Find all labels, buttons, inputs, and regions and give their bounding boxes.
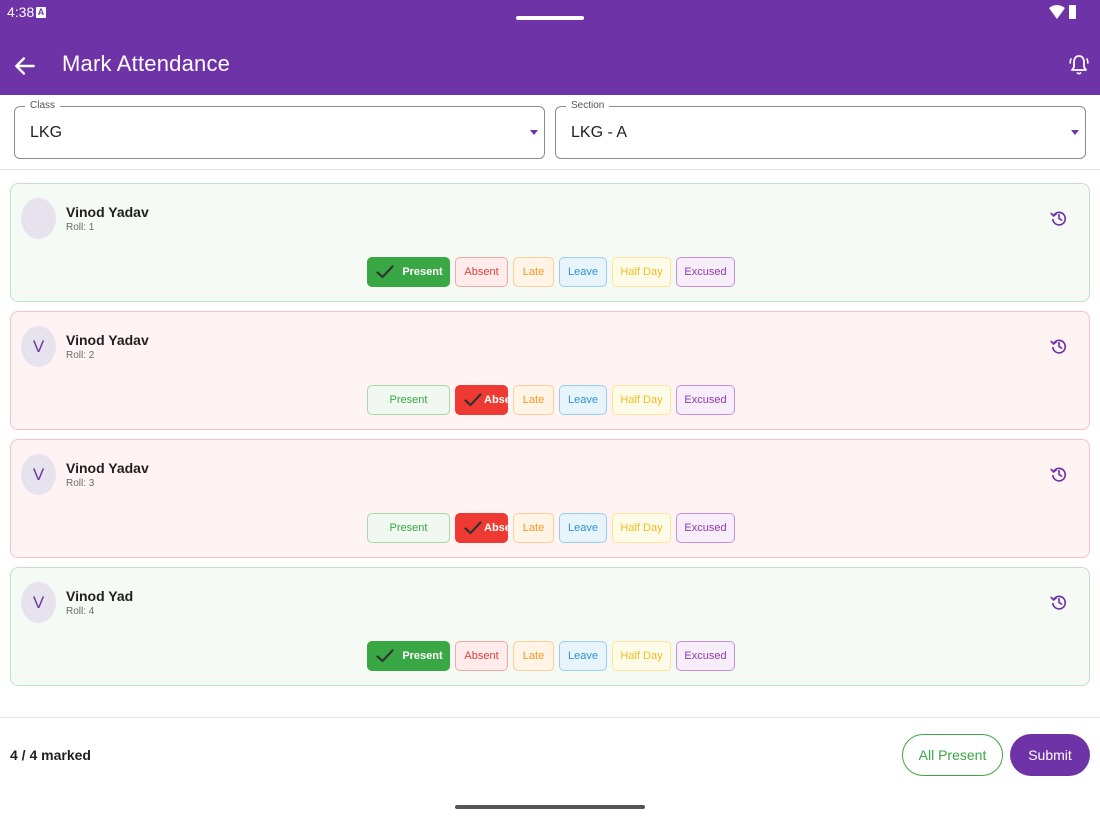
student-roll: Roll: 1 (66, 222, 95, 233)
status-chip-excused[interactable]: Excused (676, 513, 735, 543)
status-chip-present[interactable]: Present (367, 513, 450, 543)
status-chip-absent[interactable]: Absent (455, 385, 521, 415)
status-chip-label: Half Day (620, 650, 663, 662)
status-chip-half-day[interactable]: Half Day (612, 641, 671, 671)
avatar: V (21, 582, 56, 623)
status-chip-absent[interactable]: Absent (455, 641, 508, 671)
student-roll: Roll: 2 (66, 350, 95, 361)
status-chip-label: Late (522, 394, 545, 406)
status-chip-label: Leave (568, 650, 598, 662)
status-chip-late[interactable]: Late (513, 513, 554, 543)
divider (0, 717, 1100, 718)
student-name: Vinod Yadav (66, 460, 149, 476)
section-value: LKG - A (571, 124, 628, 141)
status-chip-label: Leave (568, 522, 598, 534)
avatar: V (21, 326, 56, 367)
notification-icon: A (36, 7, 46, 18)
page-title: Mark Attendance (62, 51, 231, 76)
back-arrow-icon[interactable] (12, 53, 38, 79)
status-chip-late[interactable]: Late (513, 641, 554, 671)
status-chip-leave[interactable]: Leave (559, 257, 607, 287)
wifi-icon (1049, 5, 1065, 19)
status-chip-label: Late (522, 266, 545, 278)
divider (0, 169, 1100, 170)
status-chip-present[interactable]: Present (367, 385, 450, 415)
dropdown-caret-icon (1071, 130, 1079, 135)
all-present-button[interactable]: All Present (902, 734, 1003, 776)
status-chip-label: Present (402, 266, 443, 278)
status-chip-label: Half Day (620, 394, 663, 406)
history-icon[interactable] (1049, 208, 1069, 228)
marked-count: 4 / 4 marked (10, 747, 91, 763)
status-chip-label: Excused (684, 522, 727, 534)
status-chip-half-day[interactable]: Half Day (612, 513, 671, 543)
student-card: V Vinod Yadav Roll: 2 Present Absent Late Leav… (10, 311, 1090, 430)
section-label: Section (566, 100, 610, 111)
student-card: V Vinod Yad Roll: 4 Present Absent Late Leave H… (10, 567, 1090, 686)
status-chip-label: Present (402, 650, 443, 662)
status-chip-label: Excused (684, 394, 727, 406)
submit-button[interactable]: Submit (1010, 734, 1090, 776)
class-value: LKG (30, 124, 63, 141)
status-chip-late[interactable]: Late (513, 257, 554, 287)
history-icon[interactable] (1049, 336, 1069, 356)
status-chip-label: Excused (684, 650, 727, 662)
checkmark-icon (464, 521, 482, 535)
status-chip-excused[interactable]: Excused (676, 257, 735, 287)
status-chip-label: Half Day (620, 266, 663, 278)
status-chip-absent[interactable]: Absent (455, 257, 508, 287)
avatar (21, 198, 56, 239)
status-chip-leave[interactable]: Leave (559, 641, 607, 671)
class-label: Class (25, 100, 61, 111)
student-roll: Roll: 4 (66, 606, 95, 617)
status-chip-label: Leave (568, 266, 598, 278)
status-chip-label: Leave (568, 394, 598, 406)
class-select[interactable]: Class LKG (14, 100, 545, 159)
checkmark-icon (376, 649, 394, 663)
status-chip-half-day[interactable]: Half Day (612, 385, 671, 415)
status-chip-label: Absent (464, 266, 499, 278)
student-roll: Roll: 3 (66, 478, 95, 489)
status-chip-excused[interactable]: Excused (676, 641, 735, 671)
history-icon[interactable] (1049, 592, 1069, 612)
bell-alert-icon[interactable] (1067, 53, 1091, 77)
status-chip-label: Present (389, 522, 428, 534)
status-chip-excused[interactable]: Excused (676, 385, 735, 415)
status-chip-label: Late (522, 650, 545, 662)
status-chip-absent[interactable]: Absent (455, 513, 521, 543)
student-name: Vinod Yad (66, 588, 134, 604)
status-chip-late[interactable]: Late (513, 385, 554, 415)
history-icon[interactable] (1049, 464, 1069, 484)
app-bar: 4:38 A Mark Attendance (0, 0, 1100, 95)
checkmark-icon (376, 265, 394, 279)
student-name: Vinod Yadav (66, 332, 149, 348)
home-indicator (455, 805, 645, 809)
status-chip-present[interactable]: Present (367, 257, 450, 287)
student-name: Vinod Yadav (66, 204, 149, 220)
status-chip-label: Absent (464, 650, 499, 662)
status-chip-leave[interactable]: Leave (559, 513, 607, 543)
status-chip-leave[interactable]: Leave (559, 385, 607, 415)
avatar: V (21, 454, 56, 495)
status-chip-label: Half Day (620, 522, 663, 534)
student-card: V Vinod Yadav Roll: 3 Present Absent Late Leav… (10, 439, 1090, 558)
status-time: 4:38 (7, 4, 35, 20)
camera-notch (516, 16, 584, 20)
checkmark-icon (464, 393, 482, 407)
status-chip-label: Present (389, 394, 428, 406)
battery-icon (1069, 5, 1076, 19)
status-chip-half-day[interactable]: Half Day (612, 257, 671, 287)
section-select[interactable]: Section LKG - A (555, 100, 1086, 159)
dropdown-caret-icon (530, 130, 538, 135)
status-chip-present[interactable]: Present (367, 641, 450, 671)
status-chip-label: Late (522, 522, 545, 534)
status-chip-label: Excused (684, 266, 727, 278)
student-card: Vinod Yadav Roll: 1 Present Absent Late Leave… (10, 183, 1090, 302)
